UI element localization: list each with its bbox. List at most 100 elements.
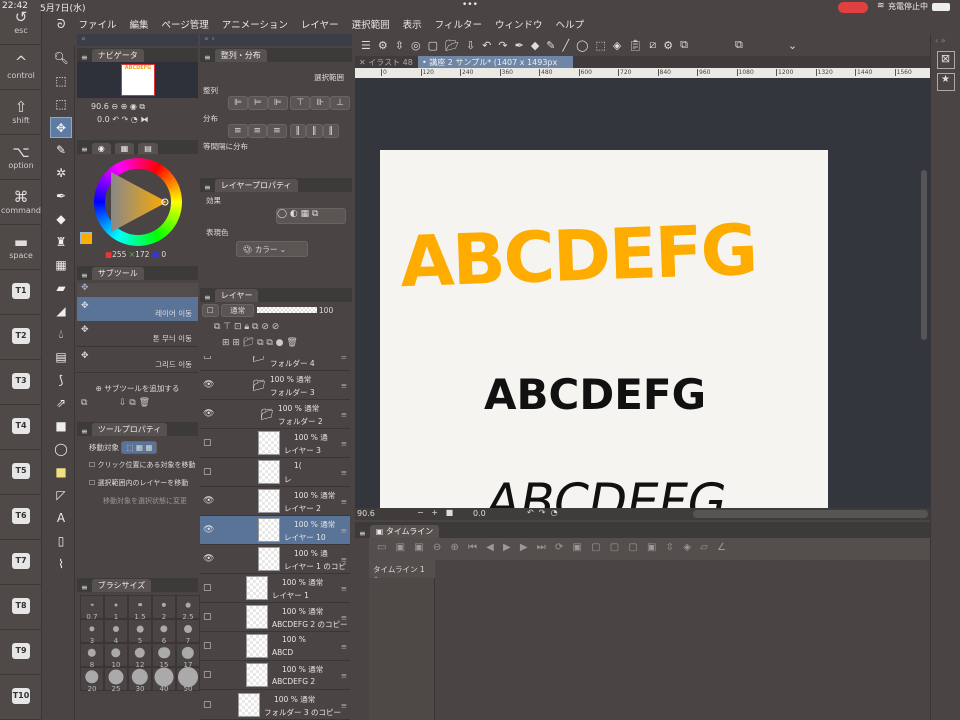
balloon-tool-icon[interactable]: ▯ xyxy=(50,531,72,552)
visibility-icon[interactable]: ▢ xyxy=(203,612,212,622)
layer-row[interactable]: 👁︎ 📁︎ 100 % 通常 フォルダー 3 ≡ xyxy=(200,371,350,400)
invert-selection-icon[interactable]: ⚙ xyxy=(663,39,673,52)
brush-size-option[interactable]: 6 xyxy=(152,619,176,645)
layer-row[interactable]: 👁︎ 100 % 通常 レイヤー 10 ≡ xyxy=(200,516,350,545)
canvas-zoom-value[interactable]: 90.6 xyxy=(357,509,375,518)
layer-property-tab[interactable]: レイヤープロパティ xyxy=(214,179,298,192)
undo-icon[interactable]: ⇳ xyxy=(395,39,404,52)
menu-item[interactable]: ページ管理 xyxy=(161,17,208,31)
brush-size-option[interactable]: 1 xyxy=(104,595,128,621)
key-t5[interactable]: T5 xyxy=(0,450,42,495)
fit-icon[interactable]: ◉ xyxy=(130,102,137,111)
brush-size-option[interactable]: 1.5 xyxy=(128,595,152,621)
menu-item[interactable]: ヘルプ xyxy=(556,17,585,31)
click-position-checkbox[interactable]: ☐ クリック位置にある対象を移動 xyxy=(77,453,198,470)
subtool-item[interactable]: ✥ 그리드 이동 xyxy=(77,347,198,373)
brush-size-option[interactable]: 4 xyxy=(104,619,128,645)
menu-item[interactable]: フィルター xyxy=(435,17,482,31)
key-t3[interactable]: T3 xyxy=(0,360,42,405)
key-option[interactable]: ⌥ option xyxy=(0,135,42,180)
layer-actions-row2[interactable]: ⊞ ⊞ 📁︎ ⧉ ⧉ ● 🗑︎ xyxy=(200,338,352,356)
canvas-paper[interactable]: ABCDEFG ABCDEFG ABCDEFG xyxy=(380,150,828,508)
menu-icon[interactable]: ☰ xyxy=(361,39,371,52)
drag-handle-icon[interactable]: ≡ xyxy=(341,356,347,361)
menu-item[interactable]: アニメーション xyxy=(222,17,288,31)
visibility-icon[interactable]: 👁︎ xyxy=(203,554,214,564)
save-icon[interactable]: ⇩ xyxy=(466,39,475,52)
recording-icon[interactable] xyxy=(838,2,868,13)
rotate-left-icon[interactable]: ↶ xyxy=(112,115,119,124)
align-buttons[interactable]: ⊫ ⊨ ⊫ ⊤ ⊪ ⊥ xyxy=(200,96,352,110)
drag-handle-icon[interactable]: ≡ xyxy=(341,410,347,419)
color-wheel-tab[interactable]: ◉ xyxy=(91,143,111,154)
timeline-select[interactable]: タイムライン 1 ⇳ xyxy=(369,560,435,584)
visibility-icon[interactable]: ▢ xyxy=(203,641,212,651)
paste-icon[interactable]: 📋︎ xyxy=(628,39,642,52)
subtool-group-icon[interactable]: ✥ xyxy=(77,283,198,297)
eyedropper-icon[interactable]: ✎ xyxy=(546,39,555,52)
layer-row[interactable]: ▢ 100 % 通常 ABCDEFG 2 のコピー ≡ xyxy=(200,603,350,632)
correction-tool-icon[interactable]: ⌇ xyxy=(50,554,72,575)
tool-property-tab[interactable]: ツールプロパティ xyxy=(91,423,168,436)
subtool-tab[interactable]: サブツール xyxy=(91,267,144,280)
menu-item[interactable]: ファイル xyxy=(78,17,116,31)
subtool-actions[interactable]: ⧉ ⇩ ⧉ 🗑︎ xyxy=(77,394,198,412)
rotate-controls[interactable]: ↶ ↷ ◔ xyxy=(527,508,558,517)
key-t8[interactable]: T8 xyxy=(0,585,42,630)
brush-size-option[interactable]: 2.5 xyxy=(176,595,200,621)
open-icon[interactable]: 📂︎ xyxy=(445,39,459,52)
visibility-icon[interactable]: ▢ xyxy=(203,670,212,680)
menu-item[interactable]: ウィンドウ xyxy=(495,17,543,31)
rotate-right-icon[interactable]: ↷ xyxy=(122,115,129,124)
layer-row[interactable]: 👁︎ 100 % 通常 レイヤー 2 ≡ xyxy=(200,487,350,516)
opacity-slider[interactable] xyxy=(256,307,317,313)
pen-icon[interactable]: ✒ xyxy=(515,39,524,52)
select-target-option[interactable]: 移動対象を選択状態に変更 xyxy=(77,488,198,506)
effect-buttons[interactable]: ◯ ◐ ▦ ⧉ xyxy=(276,208,346,224)
brush-size-option[interactable]: 10 xyxy=(104,643,128,669)
line-icon[interactable]: ╱ xyxy=(563,39,570,52)
drag-handle-icon[interactable]: ≡ xyxy=(341,526,347,535)
distribute-buttons[interactable]: ≡ ≡ ≡ ‖ ‖ ‖ xyxy=(200,124,352,138)
brush-size-option[interactable]: 17 xyxy=(176,643,200,669)
magic-wand-tool-icon[interactable]: ✲ xyxy=(50,163,72,184)
eraser-tool-icon[interactable]: ◆ xyxy=(50,209,72,230)
gradient-tool-icon[interactable]: ▤ xyxy=(50,347,72,368)
fill-tool-icon[interactable]: ◢ xyxy=(50,301,72,322)
zoom-in-icon[interactable]: ⊕ xyxy=(121,102,128,111)
panel-collapse-bar[interactable]: « ‹ xyxy=(200,34,352,46)
key-t7[interactable]: T7 xyxy=(0,540,42,585)
drag-handle-icon[interactable]: ≡ xyxy=(341,671,347,680)
key-shift[interactable]: ⇧ shift xyxy=(0,90,42,135)
new-icon[interactable]: ▢ xyxy=(428,39,438,52)
layer-row[interactable]: 👁︎ 📁︎ 100 % 通常 フォルダー 2 ≡ xyxy=(200,400,350,429)
visibility-icon[interactable]: 👁︎ xyxy=(203,380,214,390)
menu-item[interactable]: レイヤー xyxy=(301,17,339,31)
panel-collapse-bar[interactable]: « xyxy=(77,34,198,46)
navigator-zoom-value[interactable]: 90.6 xyxy=(91,102,109,111)
color-history-tab[interactable]: ▤ xyxy=(138,143,158,154)
visibility-icon[interactable]: 👁︎ xyxy=(203,525,214,535)
ruler-tool-icon[interactable]: ◸ xyxy=(50,485,72,506)
align-tab[interactable]: 整列・分布 xyxy=(214,49,267,62)
main-color-swatch[interactable] xyxy=(80,232,92,244)
selection-tool-icon[interactable]: ⬚ xyxy=(50,94,72,115)
chevron-down-icon[interactable]: ⌄ xyxy=(788,39,797,52)
selection-layers-checkbox[interactable]: ☐ 選択範囲内のレイヤーを移動 xyxy=(77,470,198,488)
zoom-out-icon[interactable]: ⊖ xyxy=(111,102,118,111)
visibility-icon[interactable]: ▢ xyxy=(203,583,212,593)
drag-handle-icon[interactable]: ≡ xyxy=(341,642,347,651)
brush-size-tab[interactable]: ブラシサイズ xyxy=(91,579,152,592)
tab-illust48[interactable]: ✕ イラスト 48 xyxy=(359,57,413,68)
layer-actions-row1[interactable]: ⧉ ⊤ ⊡ 🔒︎ ⧉ ⊘ ⊘ xyxy=(200,322,352,338)
key-t9[interactable]: T9 xyxy=(0,630,42,675)
brush-size-option[interactable]: 7 xyxy=(176,619,200,645)
layer-row[interactable]: 👁︎ 100 % 通レイヤー 1 のコピ ≡ xyxy=(200,545,350,574)
stamp-tool-icon[interactable]: ♜ xyxy=(50,232,72,253)
record-icon[interactable]: ◎ xyxy=(411,39,421,52)
brush-size-option[interactable]: 12 xyxy=(128,643,152,669)
brush-size-option[interactable]: 40 xyxy=(152,667,176,693)
brush-size-option[interactable]: 3 xyxy=(80,619,104,645)
lasso-fill-tool-icon[interactable]: ⟆ xyxy=(50,370,72,391)
drag-handle-icon[interactable]: ≡ xyxy=(341,381,347,390)
